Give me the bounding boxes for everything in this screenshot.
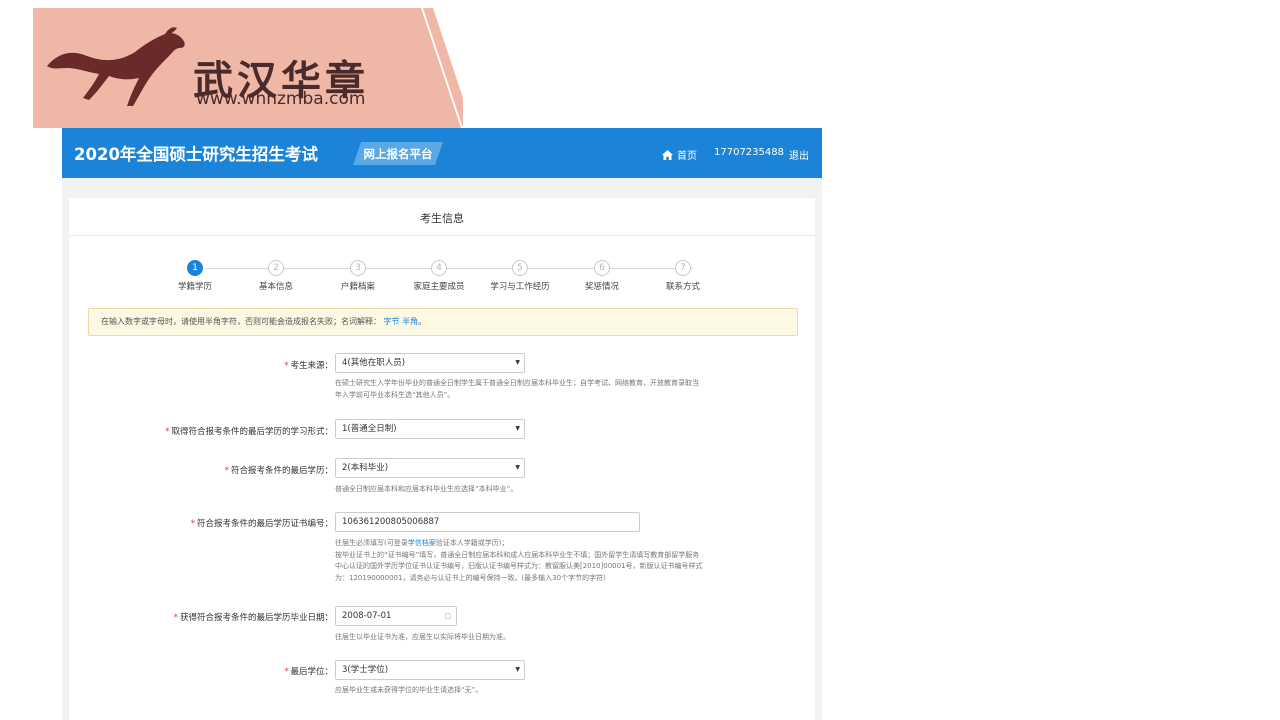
- top-navbar: 2020年全国硕士研究生招生考试 网上报名平台 首页 17707235488 退…: [62, 128, 822, 178]
- label-source-text: 考生来源：: [290, 361, 333, 371]
- step-2[interactable]: 2 基本信息: [236, 260, 316, 292]
- notice-tail: 。: [418, 317, 427, 326]
- notice-link-byte[interactable]: 字节: [384, 317, 400, 326]
- label-last-degree: * 最后学位：: [284, 665, 333, 677]
- platform-badge-label: 网上报名平台: [363, 147, 433, 161]
- label-last-edu: * 符合报考条件的最后学历：: [225, 464, 333, 476]
- cert-no-help-line4: 为：120190000001，请务必与认证书上的编号保持一致。(最多输入30个字…: [335, 573, 606, 582]
- step-5-number: 5: [512, 260, 528, 276]
- study-form-select-value: 1(普通全日制): [342, 424, 397, 434]
- step-4-number: 4: [431, 260, 447, 276]
- step-6[interactable]: 6 奖惩情况: [562, 260, 642, 292]
- last-edu-select[interactable]: 2(本科毕业) ▼: [335, 458, 525, 478]
- panel-title: 考生信息: [420, 212, 464, 225]
- nav-user-phone[interactable]: 17707235488: [714, 147, 784, 158]
- step-1-label: 学籍学历: [177, 282, 212, 292]
- chevron-down-icon: ▼: [515, 425, 520, 432]
- source-help-line2: 年入学前可毕业本科生选“其他人员”。: [335, 390, 455, 399]
- last-edu-help: 普通全日制应届本科和应届本科毕业生应选择“本科毕业”。: [335, 485, 518, 493]
- home-icon: [662, 149, 673, 160]
- required-mark: *: [284, 667, 289, 677]
- halfwidth-notice: 在输入数字或字母时，请使用半角字符，否则可能会造成报名失败；名词解释： 字节 半…: [88, 308, 798, 336]
- platform-badge: 网上报名平台: [353, 142, 443, 165]
- chevron-down-icon: ▼: [515, 359, 520, 366]
- progress-stepper: 1 学籍学历 2 基本信息 3 户籍档案 4 家庭主要成员 5 学习与工作经历 …: [169, 260, 729, 300]
- required-mark: *: [173, 613, 178, 623]
- cert-no-help: 往届生必须填写(可登录学信档案验证本人学籍或学历)； 按毕业证书上的“证书编号”…: [335, 538, 735, 584]
- step-2-label: 基本信息: [258, 282, 293, 292]
- step-5-label: 学习与工作经历: [490, 282, 550, 292]
- source-help-line1: 在硕士研究生入学年份毕业的普通全日制学生属于普通全日制应届本科毕业生；自学考试、…: [335, 379, 699, 387]
- step-3-label: 户籍档案: [340, 282, 375, 292]
- step-6-label: 奖惩情况: [584, 282, 619, 292]
- grad-date-input[interactable]: 2008-07-01 ▢: [335, 606, 457, 626]
- label-source: * 考生来源：: [284, 359, 333, 371]
- exam-title: 2020年全国硕士研究生招生考试: [74, 145, 318, 164]
- notice-link-halfwidth[interactable]: 半角: [402, 317, 418, 326]
- app-screenshot: 2020年全国硕士研究生招生考试 网上报名平台 首页 17707235488 退…: [62, 128, 822, 720]
- cert-no-input[interactable]: 106361200805006887: [335, 512, 640, 532]
- brand-banner: 武汉华章 www.whhzmba.com: [33, 8, 463, 128]
- label-cert-no-text: 符合报考条件的最后学历证书编号：: [196, 519, 333, 529]
- last-degree-select[interactable]: 3(学士学位) ▼: [335, 660, 525, 680]
- study-form-select[interactable]: 1(普通全日制) ▼: [335, 419, 525, 439]
- nav-home-label: 首页: [677, 151, 697, 162]
- chevron-down-icon: ▼: [515, 666, 520, 673]
- brand-url: www.whhzmba.com: [196, 89, 366, 109]
- notice-text: 在输入数字或字母时，请使用半角字符，否则可能会造成报名失败；名词解释：: [101, 317, 381, 326]
- xuexin-archive-link[interactable]: 学信档案: [408, 539, 436, 547]
- step-5[interactable]: 5 学习与工作经历: [480, 260, 560, 292]
- step-3-number: 3: [350, 260, 366, 276]
- label-last-edu-text: 符合报考条件的最后学历：: [230, 466, 333, 476]
- step-7[interactable]: 7 联系方式: [643, 260, 723, 292]
- step-4-label: 家庭主要成员: [413, 282, 465, 292]
- panel-header: 考生信息: [69, 198, 815, 236]
- cert-no-help-line1-a: 往届生必须填写(可登录: [335, 539, 408, 547]
- required-mark: *: [224, 466, 229, 476]
- nav-logout-link[interactable]: 退出: [789, 147, 809, 162]
- label-grad-date-text: 获得符合报考条件的最后学历毕业日期：: [179, 613, 333, 623]
- cert-no-help-line2: 按毕业证书上的“证书编号”填写，普通全日制应届本科和成人应届本科毕业生不填；国外…: [335, 550, 700, 559]
- step-2-number: 2: [268, 260, 284, 276]
- cert-no-help-line1-b: 验证本人学籍或学历)；: [435, 539, 509, 547]
- label-cert-no: * 符合报考条件的最后学历证书编号：: [191, 517, 333, 529]
- step-6-number: 6: [594, 260, 610, 276]
- step-1[interactable]: 1 学籍学历: [155, 260, 235, 292]
- cert-no-help-line3: 中心认证的国外学历学位证书认证书编号，旧版认证书编号样式为：教留服认美[2010…: [335, 562, 703, 570]
- source-select[interactable]: 4(其他在职人员) ▼: [335, 353, 525, 373]
- grad-date-help: 往届生以毕业证书为准，应届生以实际将毕业日期为准。: [335, 633, 510, 641]
- label-study-form-text: 取得符合报考条件的最后学历的学习形式：: [171, 427, 333, 437]
- source-help: 在硕士研究生入学年份毕业的普通全日制学生属于普通全日制应届本科毕业生；自学考试、…: [335, 378, 735, 401]
- label-study-form: * 取得符合报考条件的最后学历的学习形式：: [165, 425, 333, 437]
- step-7-label: 联系方式: [665, 282, 700, 292]
- required-mark: *: [284, 361, 289, 371]
- last-degree-select-value: 3(学士学位): [342, 665, 389, 675]
- label-grad-date: * 获得符合报考条件的最后学历毕业日期：: [174, 611, 333, 623]
- required-mark: *: [190, 519, 195, 529]
- horse-logo-icon: [47, 27, 185, 106]
- label-last-degree-text: 最后学位：: [290, 667, 333, 677]
- source-select-value: 4(其他在职人员): [342, 358, 406, 368]
- stage: 武汉华章 www.whhzmba.com 2020年全国硕士研究生招生考试 网上…: [0, 0, 1280, 720]
- step-4[interactable]: 4 家庭主要成员: [399, 260, 479, 292]
- step-7-number: 7: [675, 260, 691, 276]
- step-3[interactable]: 3 户籍档案: [318, 260, 398, 292]
- required-mark: *: [165, 427, 170, 437]
- candidate-info-panel: 考生信息 1 学籍学历 2 基本信息 3 户籍档案 4 家庭主要成员 5 学习与…: [69, 198, 815, 720]
- nav-home-link[interactable]: 首页: [662, 147, 697, 162]
- last-edu-select-value: 2(本科毕业): [342, 463, 389, 473]
- step-1-number: 1: [187, 260, 203, 276]
- last-degree-help: 应届毕业生或未获得学位的毕业生请选择“无”。: [335, 686, 483, 694]
- calendar-icon[interactable]: ▢: [444, 607, 451, 625]
- grad-date-value: 2008-07-01: [342, 611, 392, 621]
- cert-no-help-line1: 往届生必须填写(可登录学信档案验证本人学籍或学历)；: [335, 538, 735, 550]
- chevron-down-icon: ▼: [515, 464, 520, 471]
